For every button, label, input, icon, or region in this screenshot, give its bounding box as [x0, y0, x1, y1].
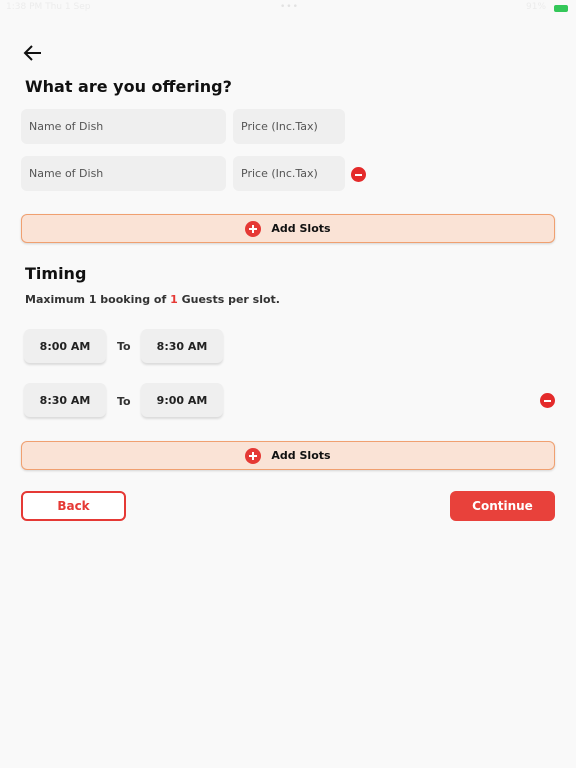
remove-slot-icon[interactable] — [540, 393, 555, 408]
subtitle-text: Guests per slot. — [177, 293, 280, 306]
price-input[interactable]: Price (Inc.Tax) — [233, 109, 345, 144]
slot-end-time[interactable]: 8:30 AM — [141, 329, 223, 363]
slot-start-time[interactable]: 8:00 AM — [24, 329, 106, 363]
add-time-slots-button[interactable]: Add Slots — [21, 441, 555, 470]
status-time: 1:38 PM Thu 1 Sep — [6, 2, 91, 12]
back-arrow-icon[interactable] — [22, 42, 44, 64]
slot-start-time[interactable]: 8:30 AM — [24, 383, 106, 417]
continue-button[interactable]: Continue — [450, 491, 555, 521]
multitask-dots-icon: ••• — [280, 2, 299, 12]
add-slots-label: Add Slots — [271, 449, 331, 462]
battery-icon — [554, 5, 568, 12]
plus-icon — [245, 220, 262, 237]
offering-title: What are you offering? — [25, 77, 232, 96]
status-battery: 91% — [526, 2, 547, 12]
price-input[interactable]: Price (Inc.Tax) — [233, 156, 345, 191]
back-button[interactable]: Back — [21, 491, 126, 521]
to-label: To — [117, 395, 131, 408]
dish-name-input[interactable]: Name of Dish — [21, 109, 226, 144]
timing-subtitle: Maximum 1 booking of 1 Guests per slot. — [25, 293, 280, 306]
slot-end-time[interactable]: 9:00 AM — [141, 383, 223, 417]
remove-dish-icon[interactable] — [351, 167, 366, 182]
plus-icon — [245, 447, 262, 464]
subtitle-text: Maximum 1 booking of — [25, 293, 171, 306]
guest-count: 1 — [170, 293, 178, 306]
add-dish-slots-button[interactable]: Add Slots — [21, 214, 555, 243]
timing-title: Timing — [25, 264, 87, 283]
add-slots-label: Add Slots — [271, 222, 331, 235]
dish-name-input[interactable]: Name of Dish — [21, 156, 226, 191]
to-label: To — [117, 340, 131, 353]
